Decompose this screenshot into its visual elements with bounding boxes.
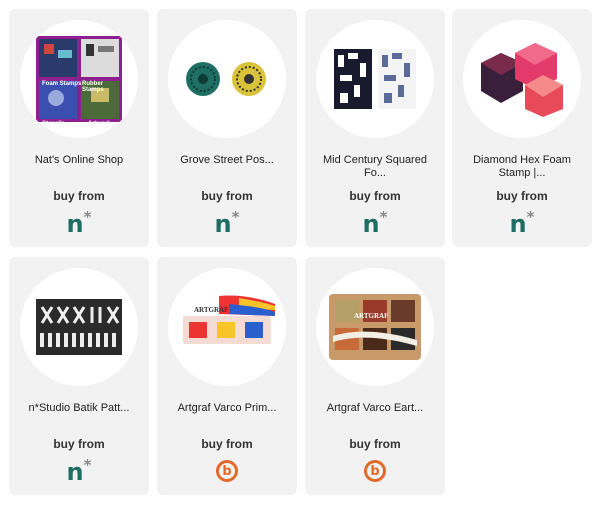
product-card-grove-street[interactable]: Grove Street Pos... buy from n* (157, 9, 297, 247)
product-title[interactable]: Diamond Hex Foam Stamp |... (458, 154, 586, 180)
product-title[interactable]: Mid Century Squared Fo... (311, 154, 439, 180)
product-title[interactable]: Nat's Online Shop (15, 154, 143, 167)
buy-from-label: buy from (349, 189, 401, 203)
bonanza-b-logo-icon[interactable]: b (212, 457, 242, 485)
product-image: ARTGRAF (168, 268, 286, 386)
n-star-logo-icon[interactable]: n* (212, 209, 242, 237)
product-image: ARTGRAF (316, 268, 434, 386)
buy-from-label: buy from (349, 437, 401, 451)
product-card-artgraf-earth[interactable]: ARTGRAF Artgraf Varco Eart... buy from b (305, 257, 445, 495)
brand-label: ARTGRAF (354, 312, 389, 320)
product-card-nats-online-shop[interactable]: Foam Stamps Rubber Stamps Stencils Artwo… (9, 9, 149, 247)
product-image (316, 20, 434, 138)
tile-label: Rubber Stamps (82, 81, 104, 93)
product-title[interactable]: Artgraf Varco Eart... (311, 402, 439, 415)
product-card-mid-century-squared[interactable]: Mid Century Squared Fo... buy from n* (305, 9, 445, 247)
tile-label: Stencils (42, 121, 66, 127)
product-title[interactable]: Artgraf Varco Prim... (163, 402, 291, 415)
tile-label: Artwork (88, 121, 111, 127)
n-star-logo-icon[interactable]: n* (507, 209, 537, 237)
product-image (168, 20, 286, 138)
n-star-logo-icon[interactable]: n* (64, 209, 94, 237)
buy-from-label: buy from (53, 189, 105, 203)
product-image (20, 268, 138, 386)
n-star-logo-icon[interactable]: n* (64, 457, 94, 485)
product-image (463, 20, 581, 138)
product-image: Foam Stamps Rubber Stamps Stencils Artwo… (20, 20, 138, 138)
tile-label: Foam Stamps (42, 81, 82, 87)
product-title[interactable]: n*Studio Batik Patt... (15, 402, 143, 415)
buy-from-label: buy from (201, 189, 253, 203)
product-title[interactable]: Grove Street Pos... (163, 154, 291, 167)
bonanza-b-logo-icon[interactable]: b (360, 457, 390, 485)
buy-from-label: buy from (201, 437, 253, 451)
product-card-diamond-hex[interactable]: Diamond Hex Foam Stamp |... buy from n* (452, 9, 592, 247)
buy-from-label: buy from (53, 437, 105, 451)
product-card-artgraf-primary[interactable]: ARTGRAF Artgraf Varco Prim... buy from b (157, 257, 297, 495)
product-card-batik-pattern[interactable]: n*Studio Batik Patt... buy from n* (9, 257, 149, 495)
buy-from-label: buy from (496, 189, 548, 203)
brand-label: ARTGRAF (194, 306, 229, 314)
n-star-logo-icon[interactable]: n* (360, 209, 390, 237)
